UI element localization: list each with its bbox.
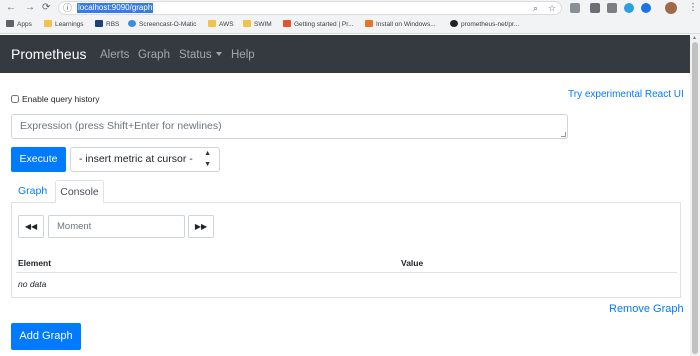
add-graph-button[interactable]: Add Graph xyxy=(11,323,81,350)
bookmark-getting-started[interactable]: Getting started | Pr... xyxy=(283,19,354,30)
tab-console[interactable]: Console xyxy=(55,180,104,203)
query-history-checkbox[interactable] xyxy=(11,95,19,103)
no-data-text: no data xyxy=(18,279,47,289)
tab-graph[interactable]: Graph xyxy=(11,180,55,203)
rbs-icon xyxy=(95,20,103,27)
query-history-label: Enable query history xyxy=(22,94,100,104)
prev-moment-button[interactable]: ◀◀ xyxy=(18,215,44,238)
page-scrollbar[interactable]: ▲ xyxy=(690,34,700,356)
bookmark-star-icon[interactable]: ☆ xyxy=(548,2,556,14)
caret-down-icon xyxy=(215,52,222,56)
bookmark-swim[interactable]: SWIM xyxy=(243,19,272,30)
screencast-icon xyxy=(128,20,136,27)
metric-select[interactable]: - insert metric at cursor - ▲ ▼ xyxy=(70,147,220,172)
extension-circle-icon[interactable] xyxy=(641,3,651,13)
nav-help[interactable]: Help xyxy=(231,48,255,62)
extension-box-icon[interactable] xyxy=(607,3,617,13)
moment-input[interactable]: Moment xyxy=(48,215,185,238)
brand-title[interactable]: Prometheus xyxy=(11,46,86,63)
bookmark-prometheus-net[interactable]: prometheus-net/pr... xyxy=(450,19,519,30)
profile-avatar[interactable] xyxy=(665,2,677,14)
bookmark-install-windows[interactable]: Install on Windows... xyxy=(365,19,436,30)
bookmark-apps[interactable]: Apps xyxy=(6,19,32,30)
next-moment-button[interactable]: ▶▶ xyxy=(188,215,214,238)
app-navbar: Prometheus Alerts Graph Status Help xyxy=(0,35,690,73)
scroll-up-icon[interactable]: ▲ xyxy=(692,35,697,41)
install-icon xyxy=(365,20,373,27)
bookmark-aws[interactable]: AWS xyxy=(208,19,234,30)
react-ui-link[interactable]: Try experimental React UI xyxy=(568,89,684,101)
select-arrows-icon: ▲ ▼ xyxy=(204,150,211,168)
folder-icon xyxy=(44,20,52,27)
back-icon[interactable]: ← xyxy=(6,1,16,15)
prometheus-flame-icon xyxy=(283,20,291,27)
column-header-value: Value xyxy=(401,258,424,268)
browser-toolbar: ← → ⟳ ⓘ localhost:9090/graph ⌕ ☆ ⋮ xyxy=(0,0,700,16)
address-bar[interactable]: ⓘ localhost:9090/graph ⌕ ☆ xyxy=(58,1,562,15)
bookmark-screencast[interactable]: Screencast-O-Matic xyxy=(128,19,196,30)
folder-icon xyxy=(243,20,251,27)
console-panel: ◀◀ Moment ▶▶ Element Value no data xyxy=(11,202,681,298)
info-icon[interactable]: ⓘ xyxy=(63,2,72,14)
nav-graph[interactable]: Graph xyxy=(138,48,170,62)
extension-camera-icon[interactable] xyxy=(590,3,600,13)
nav-alerts[interactable]: Alerts xyxy=(100,48,129,62)
extension-shield-icon[interactable] xyxy=(570,3,580,13)
github-icon xyxy=(450,20,458,27)
expression-input[interactable]: Expression (press Shift+Enter for newlin… xyxy=(11,114,568,139)
metric-select-value: - insert metric at cursor - xyxy=(79,153,193,165)
forward-icon[interactable]: → xyxy=(25,1,35,15)
query-history-toggle[interactable]: Enable query history xyxy=(11,94,100,105)
folder-icon xyxy=(208,20,216,27)
remove-graph-link[interactable]: Remove Graph xyxy=(609,302,684,316)
apps-grid-icon xyxy=(6,20,14,27)
address-url[interactable]: localhost:9090/graph xyxy=(77,3,154,13)
menu-kebab-icon[interactable]: ⋮ xyxy=(688,1,698,15)
nav-status[interactable]: Status xyxy=(179,48,222,62)
table-divider xyxy=(16,272,677,273)
scroll-thumb[interactable] xyxy=(692,42,698,354)
bookmark-rbs[interactable]: RBS xyxy=(95,19,119,30)
reload-icon[interactable]: ⟳ xyxy=(42,1,50,15)
column-header-element: Element xyxy=(18,258,52,268)
extension-skype-icon[interactable] xyxy=(624,3,634,13)
zoom-icon[interactable]: ⌕ xyxy=(533,2,538,14)
bookmarks-bar: Apps Learnings RBS Screencast-O-Matic AW… xyxy=(0,16,700,34)
execute-button[interactable]: Execute xyxy=(11,147,66,172)
bookmark-learnings[interactable]: Learnings xyxy=(44,19,84,30)
